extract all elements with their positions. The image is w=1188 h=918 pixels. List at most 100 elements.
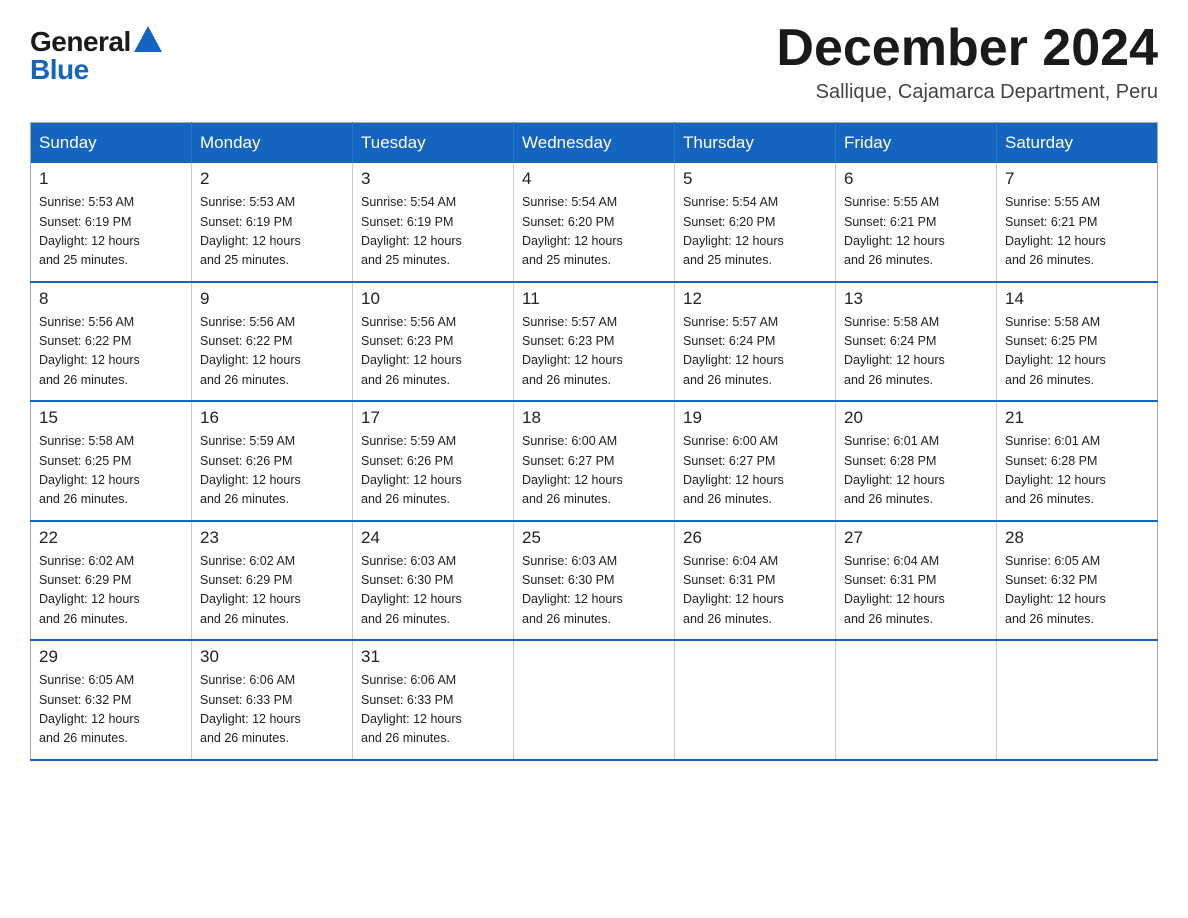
logo-blue-text: Blue xyxy=(30,56,89,84)
calendar-week-row: 15 Sunrise: 5:58 AM Sunset: 6:25 PM Dayl… xyxy=(31,401,1158,521)
day-info: Sunrise: 6:06 AM Sunset: 6:33 PM Dayligh… xyxy=(361,671,505,749)
day-number: 30 xyxy=(200,647,344,667)
day-number: 5 xyxy=(683,169,827,189)
col-tuesday: Tuesday xyxy=(353,123,514,164)
table-row: 12 Sunrise: 5:57 AM Sunset: 6:24 PM Dayl… xyxy=(675,282,836,402)
day-info: Sunrise: 6:03 AM Sunset: 6:30 PM Dayligh… xyxy=(361,552,505,630)
day-number: 16 xyxy=(200,408,344,428)
table-row: 14 Sunrise: 5:58 AM Sunset: 6:25 PM Dayl… xyxy=(997,282,1158,402)
day-info: Sunrise: 5:53 AM Sunset: 6:19 PM Dayligh… xyxy=(200,193,344,271)
day-info: Sunrise: 6:01 AM Sunset: 6:28 PM Dayligh… xyxy=(1005,432,1149,510)
calendar-table: Sunday Monday Tuesday Wednesday Thursday… xyxy=(30,122,1158,761)
table-row: 2 Sunrise: 5:53 AM Sunset: 6:19 PM Dayli… xyxy=(192,163,353,282)
table-row: 9 Sunrise: 5:56 AM Sunset: 6:22 PM Dayli… xyxy=(192,282,353,402)
table-row: 15 Sunrise: 5:58 AM Sunset: 6:25 PM Dayl… xyxy=(31,401,192,521)
table-row: 19 Sunrise: 6:00 AM Sunset: 6:27 PM Dayl… xyxy=(675,401,836,521)
day-number: 12 xyxy=(683,289,827,309)
day-number: 22 xyxy=(39,528,183,548)
day-number: 18 xyxy=(522,408,666,428)
page-title: December 2024 xyxy=(776,20,1158,77)
day-info: Sunrise: 5:54 AM Sunset: 6:19 PM Dayligh… xyxy=(361,193,505,271)
logo: General Blue xyxy=(30,20,162,84)
day-number: 25 xyxy=(522,528,666,548)
day-info: Sunrise: 5:53 AM Sunset: 6:19 PM Dayligh… xyxy=(39,193,183,271)
col-monday: Monday xyxy=(192,123,353,164)
day-number: 15 xyxy=(39,408,183,428)
day-number: 2 xyxy=(200,169,344,189)
day-number: 29 xyxy=(39,647,183,667)
table-row xyxy=(514,640,675,760)
col-saturday: Saturday xyxy=(997,123,1158,164)
day-info: Sunrise: 6:05 AM Sunset: 6:32 PM Dayligh… xyxy=(1005,552,1149,630)
day-number: 19 xyxy=(683,408,827,428)
day-info: Sunrise: 6:00 AM Sunset: 6:27 PM Dayligh… xyxy=(683,432,827,510)
col-sunday: Sunday xyxy=(31,123,192,164)
table-row: 16 Sunrise: 5:59 AM Sunset: 6:26 PM Dayl… xyxy=(192,401,353,521)
table-row: 4 Sunrise: 5:54 AM Sunset: 6:20 PM Dayli… xyxy=(514,163,675,282)
table-row: 11 Sunrise: 5:57 AM Sunset: 6:23 PM Dayl… xyxy=(514,282,675,402)
day-number: 28 xyxy=(1005,528,1149,548)
table-row: 24 Sunrise: 6:03 AM Sunset: 6:30 PM Dayl… xyxy=(353,521,514,641)
day-info: Sunrise: 6:05 AM Sunset: 6:32 PM Dayligh… xyxy=(39,671,183,749)
table-row: 23 Sunrise: 6:02 AM Sunset: 6:29 PM Dayl… xyxy=(192,521,353,641)
table-row: 7 Sunrise: 5:55 AM Sunset: 6:21 PM Dayli… xyxy=(997,163,1158,282)
table-row: 10 Sunrise: 5:56 AM Sunset: 6:23 PM Dayl… xyxy=(353,282,514,402)
day-number: 26 xyxy=(683,528,827,548)
table-row: 18 Sunrise: 6:00 AM Sunset: 6:27 PM Dayl… xyxy=(514,401,675,521)
day-number: 14 xyxy=(1005,289,1149,309)
table-row: 30 Sunrise: 6:06 AM Sunset: 6:33 PM Dayl… xyxy=(192,640,353,760)
day-number: 3 xyxy=(361,169,505,189)
day-info: Sunrise: 5:54 AM Sunset: 6:20 PM Dayligh… xyxy=(522,193,666,271)
day-number: 24 xyxy=(361,528,505,548)
calendar-header-row: Sunday Monday Tuesday Wednesday Thursday… xyxy=(31,123,1158,164)
day-info: Sunrise: 6:03 AM Sunset: 6:30 PM Dayligh… xyxy=(522,552,666,630)
day-info: Sunrise: 6:04 AM Sunset: 6:31 PM Dayligh… xyxy=(844,552,988,630)
table-row: 1 Sunrise: 5:53 AM Sunset: 6:19 PM Dayli… xyxy=(31,163,192,282)
col-friday: Friday xyxy=(836,123,997,164)
day-info: Sunrise: 5:57 AM Sunset: 6:24 PM Dayligh… xyxy=(683,313,827,391)
day-number: 6 xyxy=(844,169,988,189)
day-number: 9 xyxy=(200,289,344,309)
table-row: 25 Sunrise: 6:03 AM Sunset: 6:30 PM Dayl… xyxy=(514,521,675,641)
day-number: 23 xyxy=(200,528,344,548)
day-number: 7 xyxy=(1005,169,1149,189)
day-info: Sunrise: 5:58 AM Sunset: 6:25 PM Dayligh… xyxy=(1005,313,1149,391)
table-row: 27 Sunrise: 6:04 AM Sunset: 6:31 PM Dayl… xyxy=(836,521,997,641)
logo-icon xyxy=(134,26,162,52)
day-number: 20 xyxy=(844,408,988,428)
day-info: Sunrise: 5:56 AM Sunset: 6:22 PM Dayligh… xyxy=(200,313,344,391)
day-number: 13 xyxy=(844,289,988,309)
table-row: 20 Sunrise: 6:01 AM Sunset: 6:28 PM Dayl… xyxy=(836,401,997,521)
table-row: 6 Sunrise: 5:55 AM Sunset: 6:21 PM Dayli… xyxy=(836,163,997,282)
table-row: 8 Sunrise: 5:56 AM Sunset: 6:22 PM Dayli… xyxy=(31,282,192,402)
day-number: 4 xyxy=(522,169,666,189)
col-wednesday: Wednesday xyxy=(514,123,675,164)
day-info: Sunrise: 6:01 AM Sunset: 6:28 PM Dayligh… xyxy=(844,432,988,510)
day-info: Sunrise: 6:06 AM Sunset: 6:33 PM Dayligh… xyxy=(200,671,344,749)
table-row xyxy=(997,640,1158,760)
table-row: 26 Sunrise: 6:04 AM Sunset: 6:31 PM Dayl… xyxy=(675,521,836,641)
table-row: 21 Sunrise: 6:01 AM Sunset: 6:28 PM Dayl… xyxy=(997,401,1158,521)
table-row: 31 Sunrise: 6:06 AM Sunset: 6:33 PM Dayl… xyxy=(353,640,514,760)
day-info: Sunrise: 5:55 AM Sunset: 6:21 PM Dayligh… xyxy=(1005,193,1149,271)
day-number: 10 xyxy=(361,289,505,309)
day-number: 17 xyxy=(361,408,505,428)
day-number: 8 xyxy=(39,289,183,309)
table-row: 29 Sunrise: 6:05 AM Sunset: 6:32 PM Dayl… xyxy=(31,640,192,760)
day-info: Sunrise: 5:56 AM Sunset: 6:22 PM Dayligh… xyxy=(39,313,183,391)
day-info: Sunrise: 6:02 AM Sunset: 6:29 PM Dayligh… xyxy=(200,552,344,630)
header: General Blue December 2024 Sallique, Caj… xyxy=(30,20,1158,104)
day-info: Sunrise: 6:02 AM Sunset: 6:29 PM Dayligh… xyxy=(39,552,183,630)
subtitle: Sallique, Cajamarca Department, Peru xyxy=(776,81,1158,104)
day-info: Sunrise: 5:59 AM Sunset: 6:26 PM Dayligh… xyxy=(200,432,344,510)
day-number: 11 xyxy=(522,289,666,309)
table-row: 3 Sunrise: 5:54 AM Sunset: 6:19 PM Dayli… xyxy=(353,163,514,282)
day-info: Sunrise: 5:57 AM Sunset: 6:23 PM Dayligh… xyxy=(522,313,666,391)
day-number: 27 xyxy=(844,528,988,548)
day-info: Sunrise: 6:00 AM Sunset: 6:27 PM Dayligh… xyxy=(522,432,666,510)
day-info: Sunrise: 6:04 AM Sunset: 6:31 PM Dayligh… xyxy=(683,552,827,630)
day-number: 31 xyxy=(361,647,505,667)
table-row xyxy=(675,640,836,760)
day-number: 1 xyxy=(39,169,183,189)
col-thursday: Thursday xyxy=(675,123,836,164)
